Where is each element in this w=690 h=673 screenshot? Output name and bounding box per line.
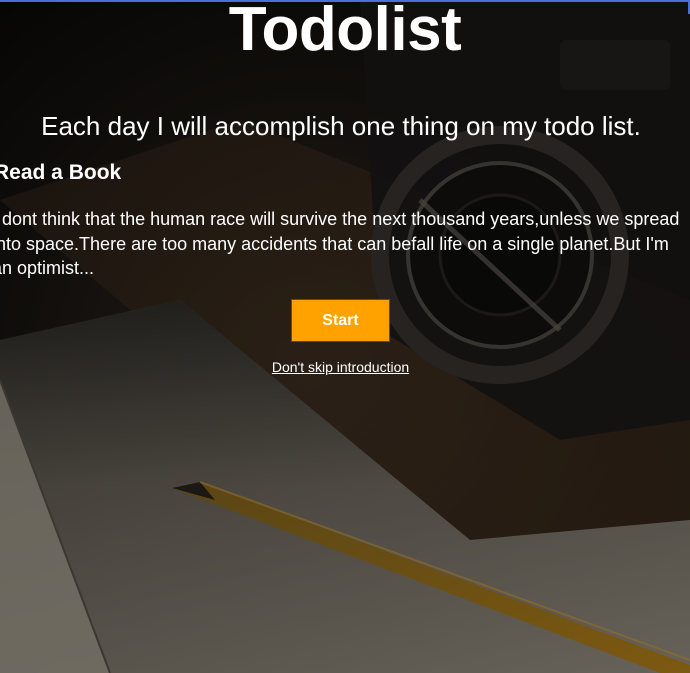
top-border-line xyxy=(0,0,690,2)
task-title: Read a Book xyxy=(0,161,122,184)
task-quote: I dont think that the human race will su… xyxy=(0,209,680,278)
intro-screen: Todolist Each day I will accomplish one … xyxy=(0,0,690,673)
app-title: Todolist xyxy=(228,0,462,64)
skip-introduction-link-wrapper: Don't skip introduction xyxy=(0,358,681,376)
skip-introduction-link[interactable]: Don't skip introduction xyxy=(272,359,409,375)
start-button[interactable]: Start xyxy=(291,299,390,342)
app-subtitle: Each day I will accomplish one thing on … xyxy=(41,111,641,141)
intro-content: Todolist Each day I will accomplish one … xyxy=(0,0,690,673)
